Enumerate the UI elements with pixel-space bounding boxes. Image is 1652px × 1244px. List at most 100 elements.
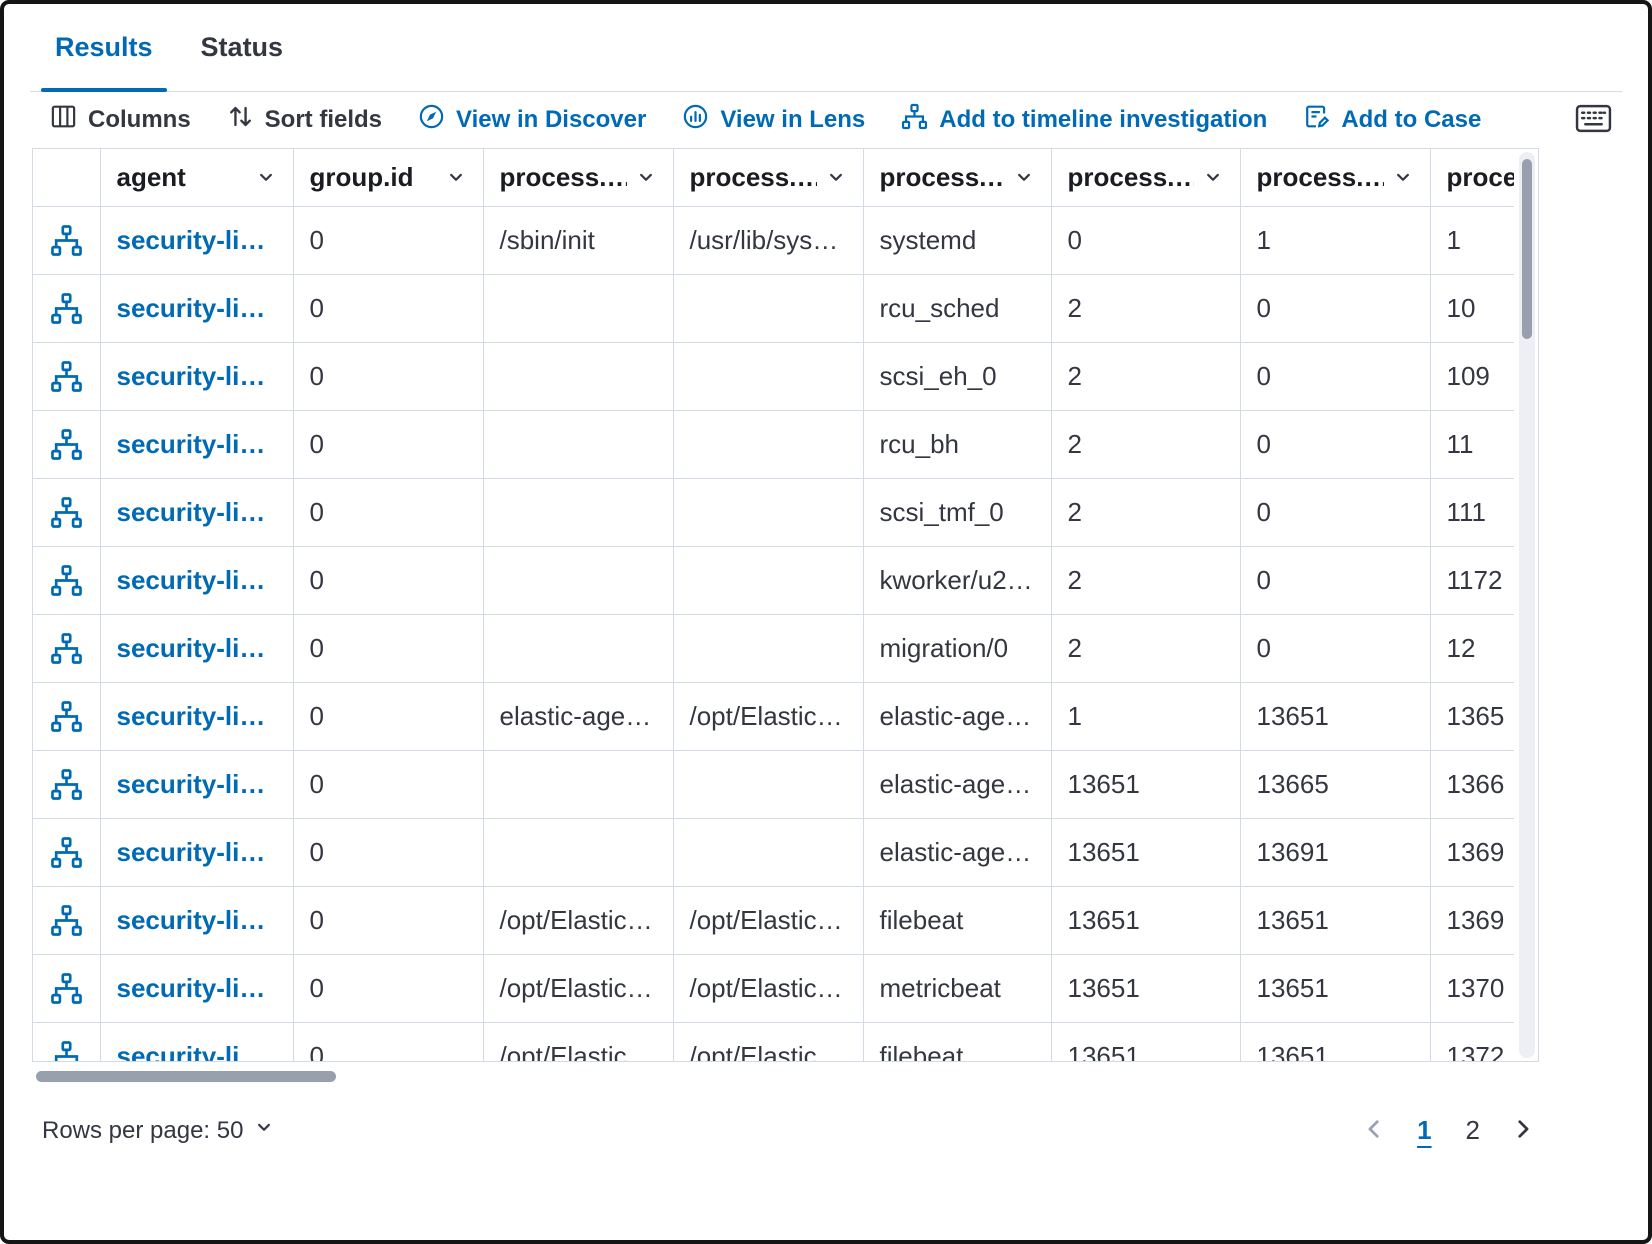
column-header[interactable]: process.…	[673, 149, 863, 206]
process-name-cell[interactable]: kworker/u2…	[863, 546, 1051, 614]
analyze-event-icon[interactable]	[50, 1040, 83, 1061]
process-cell[interactable]: 0	[1240, 342, 1430, 410]
process-name-cell[interactable]: elastic-age…	[863, 818, 1051, 886]
agent-link[interactable]: security-li…	[117, 701, 266, 731]
agent-link[interactable]: security-li…	[117, 293, 266, 323]
process-cell[interactable]: 1172	[1430, 546, 1514, 614]
group-id-cell[interactable]: 0	[293, 410, 483, 478]
chevron-down-icon[interactable]	[825, 166, 847, 188]
process-cell[interactable]	[483, 614, 673, 682]
process-name-cell[interactable]: filebeat	[863, 1022, 1051, 1061]
column-header[interactable]: process.…	[1240, 149, 1430, 206]
analyze-event-icon[interactable]	[50, 972, 83, 1005]
add-to-timeline-button[interactable]: Add to timeline investigation	[901, 103, 1267, 137]
page-2-button[interactable]: 2	[1462, 1113, 1484, 1148]
process-cell[interactable]	[673, 818, 863, 886]
process-cell[interactable]	[483, 818, 673, 886]
agent-link[interactable]: security-li…	[117, 973, 266, 1003]
process-cell[interactable]: 111	[1430, 478, 1514, 546]
group-id-cell[interactable]: 0	[293, 750, 483, 818]
process-cell[interactable]	[483, 342, 673, 410]
agent-link[interactable]: security-li…	[117, 1041, 266, 1062]
view-in-discover-button[interactable]: View in Discover	[418, 103, 646, 137]
process-cell[interactable]	[673, 342, 863, 410]
agent-link[interactable]: security-li…	[117, 429, 266, 459]
analyze-event-icon[interactable]	[50, 700, 83, 733]
process-cell[interactable]: 0	[1240, 614, 1430, 682]
agent-cell[interactable]: security-li…	[100, 478, 293, 546]
process-name-cell[interactable]: elastic-age…	[863, 682, 1051, 750]
chevron-down-icon[interactable]	[255, 166, 277, 188]
rows-per-page-button[interactable]: Rows per page: 50	[42, 1116, 275, 1145]
agent-cell[interactable]: security-li…	[100, 410, 293, 478]
process-cell[interactable]: 1	[1240, 206, 1430, 274]
process-cell[interactable]: /usr/lib/sys…	[673, 206, 863, 274]
process-cell[interactable]: 2	[1051, 546, 1240, 614]
page-1-button[interactable]: 1	[1413, 1113, 1435, 1148]
agent-cell[interactable]: security-li…	[100, 750, 293, 818]
process-name-cell[interactable]: scsi_eh_0	[863, 342, 1051, 410]
process-name-cell[interactable]: systemd	[863, 206, 1051, 274]
column-header[interactable]: process.…	[1430, 149, 1514, 206]
process-cell[interactable]	[673, 274, 863, 342]
previous-page-button[interactable]	[1361, 1116, 1387, 1145]
analyze-event-icon[interactable]	[50, 360, 83, 393]
agent-cell[interactable]: security-li…	[100, 886, 293, 954]
process-cell[interactable]: 13651	[1240, 886, 1430, 954]
process-cell[interactable]: 13651	[1051, 750, 1240, 818]
process-name-cell[interactable]: rcu_bh	[863, 410, 1051, 478]
tab-results[interactable]: Results	[41, 28, 167, 91]
process-cell[interactable]	[483, 274, 673, 342]
columns-button[interactable]: Columns	[50, 103, 191, 137]
process-name-cell[interactable]: rcu_sched	[863, 274, 1051, 342]
process-cell[interactable]	[483, 546, 673, 614]
analyze-event-icon[interactable]	[50, 564, 83, 597]
agent-link[interactable]: security-li…	[117, 905, 266, 935]
process-name-cell[interactable]: scsi_tmf_0	[863, 478, 1051, 546]
process-cell[interactable]: 13651	[1051, 886, 1240, 954]
process-cell[interactable]: 2	[1051, 274, 1240, 342]
process-cell[interactable]: /opt/Elastic…	[673, 954, 863, 1022]
agent-cell[interactable]: security-li…	[100, 818, 293, 886]
process-cell[interactable]	[673, 546, 863, 614]
view-in-lens-button[interactable]: View in Lens	[682, 103, 865, 137]
chevron-down-icon[interactable]	[1392, 166, 1414, 188]
analyze-event-icon[interactable]	[50, 768, 83, 801]
process-cell[interactable]: 1365	[1430, 682, 1514, 750]
agent-cell[interactable]: security-li…	[100, 1022, 293, 1061]
group-id-cell[interactable]: 0	[293, 478, 483, 546]
agent-link[interactable]: security-li…	[117, 361, 266, 391]
process-cell[interactable]: 13651	[1051, 954, 1240, 1022]
process-name-cell[interactable]: metricbeat	[863, 954, 1051, 1022]
process-cell[interactable]: 2	[1051, 478, 1240, 546]
process-cell[interactable]: 13665	[1240, 750, 1430, 818]
group-id-cell[interactable]: 0	[293, 954, 483, 1022]
agent-link[interactable]: security-li…	[117, 837, 266, 867]
agent-cell[interactable]: security-li…	[100, 682, 293, 750]
agent-cell[interactable]: security-li…	[100, 342, 293, 410]
process-cell[interactable]: 0	[1240, 410, 1430, 478]
process-cell[interactable]: 13651	[1240, 954, 1430, 1022]
process-cell[interactable]	[483, 410, 673, 478]
process-cell[interactable]: 13651	[1051, 818, 1240, 886]
agent-cell[interactable]: security-li…	[100, 274, 293, 342]
process-cell[interactable]: 10	[1430, 274, 1514, 342]
group-id-cell[interactable]: 0	[293, 342, 483, 410]
process-cell[interactable]: 1370	[1430, 954, 1514, 1022]
process-cell[interactable]: 13691	[1240, 818, 1430, 886]
analyze-event-icon[interactable]	[50, 836, 83, 869]
process-cell[interactable]: 0	[1240, 274, 1430, 342]
analyze-event-icon[interactable]	[50, 428, 83, 461]
group-id-cell[interactable]: 0	[293, 1022, 483, 1061]
add-to-case-button[interactable]: Add to Case	[1303, 103, 1481, 137]
chevron-down-icon[interactable]	[1013, 166, 1035, 188]
process-cell[interactable]: 109	[1430, 342, 1514, 410]
next-page-button[interactable]	[1510, 1116, 1536, 1145]
process-cell[interactable]: 13651	[1051, 1022, 1240, 1061]
process-cell[interactable]: /opt/Elastic…	[673, 682, 863, 750]
keyboard-shortcuts-button[interactable]	[1575, 104, 1612, 136]
group-id-cell[interactable]: 0	[293, 614, 483, 682]
agent-link[interactable]: security-li…	[117, 225, 266, 255]
analyze-event-icon[interactable]	[50, 292, 83, 325]
process-cell[interactable]: /opt/Elastic…	[483, 1022, 673, 1061]
